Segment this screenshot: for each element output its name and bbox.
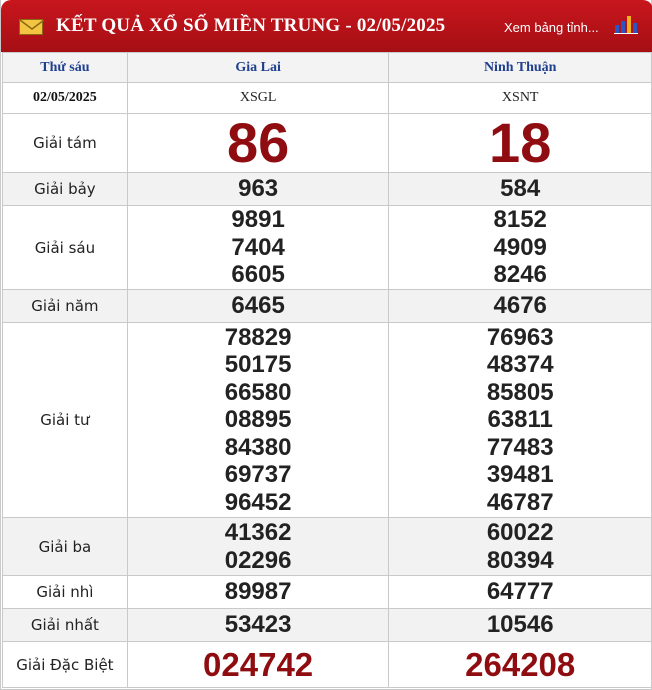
province-name-ninh-thuan[interactable]: Ninh Thuận (388, 52, 652, 83)
prize-number: 78829 (224, 323, 292, 351)
prize-value-gia-lai: 78829 50175 66580 08895 84380 69737 9645… (126, 322, 390, 518)
prize-number: 6465 (231, 292, 285, 320)
lottery-result-panel: KẾT QUẢ XỔ SỐ MIỀN TRUNG - 02/05/2025 Xe… (0, 0, 652, 690)
prize-number: 63811 (487, 406, 553, 434)
prize-number: 64777 (486, 578, 554, 606)
results-table: Thứ sáu Gia Lai Ninh Thuận 02/05/2025 XS… (2, 52, 652, 688)
prize-number: 08895 (224, 406, 292, 434)
prize-value-ninh-thuan: 10546 (388, 608, 652, 642)
prize-value-gia-lai: 86 (126, 111, 390, 174)
day-label: Thứ sáu (2, 52, 128, 83)
prize-number: 584 (500, 175, 541, 203)
results-header: KẾT QUẢ XỔ SỐ MIỀN TRUNG - 02/05/2025 Xe… (1, 0, 652, 52)
prize-number: 77483 (486, 433, 554, 461)
prize-number: 53423 (224, 611, 292, 639)
prize-number: 8246 (493, 261, 547, 289)
prize-number: 46787 (486, 488, 554, 516)
prize-number: 86 (226, 111, 290, 174)
prize-number: 69737 (224, 461, 292, 489)
prize-label: Giải nhì (2, 575, 128, 609)
mail-icon (19, 19, 44, 35)
table-header-row: Thứ sáu Gia Lai Ninh Thuận (2, 52, 652, 83)
prize-label: Giải tư (2, 322, 128, 518)
prize-number: 66580 (224, 378, 292, 406)
prize-value-gia-lai: 024742 (126, 641, 390, 688)
prize-number: 4909 (493, 233, 547, 261)
prize-row-giai-tu: Giải tư 78829 50175 66580 08895 84380 69… (2, 322, 652, 518)
prize-number: 85805 (486, 378, 554, 406)
prize-value-gia-lai: 89987 (126, 575, 390, 609)
prize-value-gia-lai: 9891 7404 6605 (126, 205, 390, 290)
prize-number: 39481 (486, 461, 554, 489)
prize-number: 48374 (486, 351, 554, 379)
prize-number: 41362 (224, 519, 292, 546)
prize-number: 84380 (224, 433, 292, 461)
prize-row-giai-dac-biet: Giải Đặc Biệt 024742 264208 (2, 641, 652, 688)
special-prize-number: 024742 (203, 645, 314, 683)
prize-number: 8152 (493, 206, 547, 234)
prize-value-gia-lai: 53423 (126, 608, 390, 642)
prize-number: 6605 (231, 261, 285, 289)
prize-row-giai-tam: Giải tám 86 18 (2, 111, 652, 174)
prize-value-ninh-thuan: 64777 (388, 575, 652, 609)
prize-number: 4676 (493, 292, 547, 320)
prize-value-ninh-thuan: 76963 48374 85805 63811 77483 39481 4678… (388, 322, 652, 518)
prize-value-gia-lai: 6465 (126, 289, 390, 323)
bar-chart-icon[interactable] (614, 14, 638, 34)
prize-number: 10546 (486, 611, 554, 639)
prize-label: Giải Đặc Biệt (2, 641, 128, 688)
prize-number: 9891 (231, 206, 285, 234)
prize-number: 963 (238, 175, 279, 203)
prize-label: Giải bảy (2, 172, 128, 206)
date-row: 02/05/2025 XSGL XSNT (2, 82, 652, 114)
province-code-ninh-thuan: XSNT (388, 82, 652, 114)
prize-label: Giải sáu (2, 205, 128, 290)
prize-label: Giải ba (2, 517, 128, 576)
prize-value-ninh-thuan: 18 (388, 111, 652, 174)
province-code-gia-lai: XSGL (126, 82, 390, 114)
province-name-gia-lai[interactable]: Gia Lai (126, 52, 390, 83)
prize-label: Giải năm (2, 289, 128, 323)
view-province-table-link[interactable]: Xem bảng tỉnh... (504, 20, 599, 35)
draw-date: 02/05/2025 (2, 82, 128, 114)
prize-value-ninh-thuan: 4676 (388, 289, 652, 323)
prize-row-giai-bay: Giải bảy 963 584 (2, 172, 652, 206)
prize-value-ninh-thuan: 8152 4909 8246 (388, 205, 652, 290)
prize-number: 50175 (224, 351, 292, 379)
prize-label: Giải nhất (2, 608, 128, 642)
prize-value-gia-lai: 41362 02296 (126, 517, 390, 576)
prize-row-giai-nhat: Giải nhất 53423 10546 (2, 608, 652, 642)
prize-value-ninh-thuan: 264208 (388, 641, 652, 688)
prize-number: 89987 (224, 578, 292, 606)
prize-number: 76963 (486, 323, 554, 351)
prize-number: 80394 (486, 546, 554, 574)
prize-number: 60022 (486, 519, 554, 546)
prize-number: 02296 (224, 546, 292, 574)
prize-row-giai-nam: Giải năm 6465 4676 (2, 289, 652, 323)
prize-value-gia-lai: 963 (126, 172, 390, 206)
prize-number: 7404 (231, 233, 285, 261)
page-title: KẾT QUẢ XỔ SỐ MIỀN TRUNG - 02/05/2025 (56, 15, 446, 36)
prize-label: Giải tám (2, 113, 128, 173)
special-prize-number: 264208 (465, 645, 576, 683)
prize-row-giai-sau: Giải sáu 9891 7404 6605 8152 4909 8246 (2, 205, 652, 290)
prize-row-giai-ba: Giải ba 41362 02296 60022 80394 (2, 517, 652, 576)
prize-number: 18 (489, 111, 552, 174)
prize-value-ninh-thuan: 584 (388, 172, 652, 206)
prize-row-giai-nhi: Giải nhì 89987 64777 (2, 575, 652, 609)
prize-value-ninh-thuan: 60022 80394 (388, 517, 652, 576)
prize-number: 96452 (224, 488, 292, 516)
